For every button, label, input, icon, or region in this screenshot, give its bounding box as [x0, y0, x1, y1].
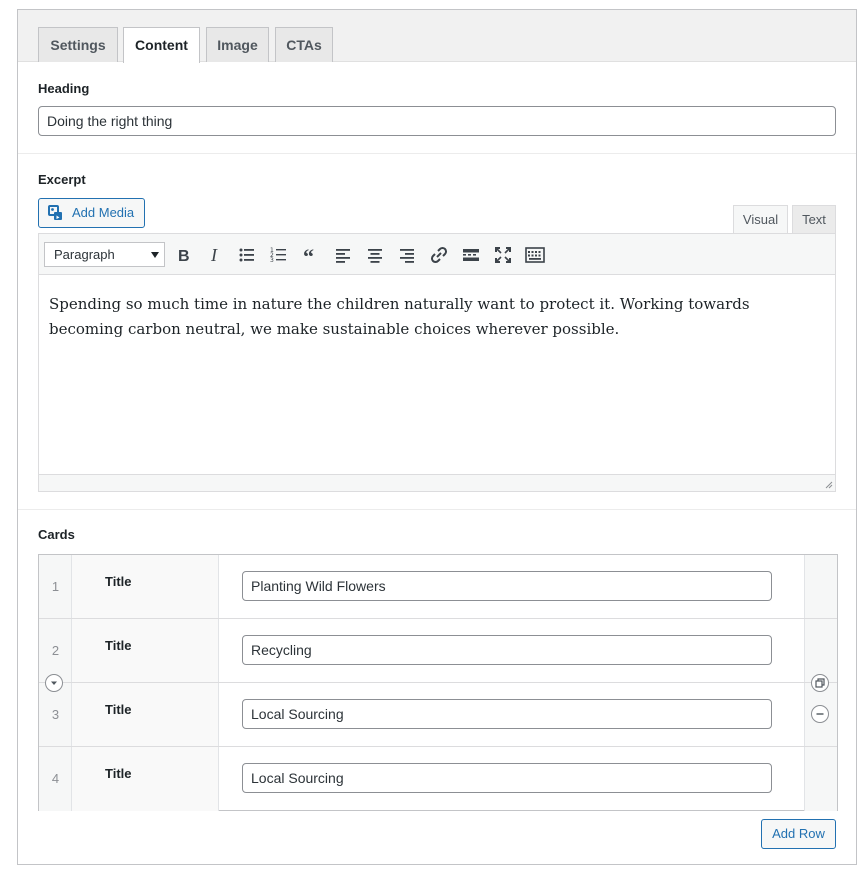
minus-icon	[816, 713, 824, 715]
duplicate-row-button[interactable]	[811, 674, 829, 692]
blockquote-icon[interactable]: “	[299, 243, 323, 267]
svg-text:“: “	[303, 244, 314, 267]
row-field-label: Title	[72, 619, 219, 682]
heading-input[interactable]: Doing the right thing	[38, 106, 836, 136]
heading-section: Heading Doing the right thing	[18, 62, 856, 154]
fullscreen-icon[interactable]	[491, 243, 515, 267]
add-media-label: Add Media	[72, 205, 135, 220]
editor-content[interactable]: Spending so much time in nature the chil…	[39, 275, 835, 475]
card-title-input[interactable]: Planting Wild Flowers	[242, 571, 772, 601]
table-row: 4 Title Local Sourcing	[39, 747, 837, 811]
row-handle[interactable]: 3	[39, 683, 72, 746]
row-label-text: Title	[105, 574, 132, 589]
toolbar-toggle-icon[interactable]	[523, 243, 547, 267]
link-icon[interactable]	[427, 243, 451, 267]
tab-text[interactable]: Text	[792, 205, 836, 234]
row-handle[interactable]: 1	[39, 555, 72, 618]
chevron-down-icon	[151, 252, 159, 258]
chevron-down-icon	[51, 681, 57, 685]
row-input-cell: Local Sourcing	[219, 683, 805, 746]
add-row-button[interactable]: Add Row	[761, 819, 836, 849]
row-field-label: Title	[72, 683, 219, 746]
add-media-button[interactable]: Add Media	[38, 198, 145, 228]
tabs-bar: Settings Content Image CTAs	[18, 10, 856, 63]
row-actions	[804, 747, 837, 811]
tab-image[interactable]: Image	[206, 27, 269, 62]
card-title-input[interactable]: Local Sourcing	[242, 763, 772, 793]
bold-icon[interactable]: B	[171, 243, 195, 267]
row-actions	[804, 555, 837, 618]
row-index: 1	[51, 579, 60, 594]
tab-settings[interactable]: Settings	[38, 27, 118, 62]
italic-icon[interactable]: I	[203, 243, 227, 267]
svg-text:3: 3	[270, 257, 274, 264]
collapse-row-button[interactable]	[45, 674, 63, 692]
tab-ctas[interactable]: CTAs	[275, 27, 333, 62]
row-input-cell: Recycling	[219, 619, 805, 682]
row-index: 3	[51, 707, 60, 722]
table-row: 1 Title Planting Wild Flowers	[39, 555, 837, 619]
row-handle[interactable]: 4	[39, 747, 72, 811]
card-title-input[interactable]: Local Sourcing	[242, 699, 772, 729]
row-index: 4	[51, 771, 60, 786]
align-left-icon[interactable]	[331, 243, 355, 267]
row-label-text: Title	[105, 766, 132, 781]
align-center-icon[interactable]	[363, 243, 387, 267]
tab-visual[interactable]: Visual	[733, 205, 788, 234]
row-field-label: Title	[72, 555, 219, 618]
format-select-value: Paragraph	[54, 247, 115, 262]
excerpt-editor: Paragraph B I 1 2 3 “ Spending so much t…	[38, 233, 836, 492]
table-row: 3 Title Local Sourcing	[39, 683, 837, 747]
tab-content[interactable]: Content	[123, 27, 200, 63]
bullet-list-icon[interactable]	[235, 243, 259, 267]
row-field-label: Title	[72, 747, 219, 811]
card-title-input[interactable]: Recycling	[242, 635, 772, 665]
add-media-icon	[48, 205, 62, 220]
resize-handle-icon[interactable]	[823, 479, 833, 489]
row-index: 2	[51, 643, 60, 658]
numbered-list-icon[interactable]: 1 2 3	[267, 243, 291, 267]
row-input-cell: Local Sourcing	[219, 747, 805, 811]
row-input-cell: Planting Wild Flowers	[219, 555, 805, 618]
row-label-text: Title	[105, 702, 132, 717]
row-label-text: Title	[105, 638, 132, 653]
excerpt-label: Excerpt	[38, 172, 86, 187]
editor-toolbar: Paragraph B I 1 2 3 “	[39, 234, 835, 275]
remove-row-button[interactable]	[811, 705, 829, 723]
align-right-icon[interactable]	[395, 243, 419, 267]
editor-statusbar	[39, 474, 835, 491]
svg-text:I: I	[210, 245, 218, 265]
format-select[interactable]: Paragraph	[44, 242, 165, 267]
content-panel: Settings Content Image CTAs Heading Doin…	[17, 9, 857, 865]
heading-label: Heading	[38, 81, 90, 96]
row-actions	[804, 619, 837, 682]
cards-repeater: 1 Title Planting Wild Flowers 2 Title Re…	[38, 554, 838, 811]
table-row: 2 Title Recycling	[39, 619, 837, 683]
svg-text:B: B	[178, 248, 190, 265]
duplicate-icon	[815, 678, 825, 688]
read-more-icon[interactable]	[459, 243, 483, 267]
row-handle[interactable]: 2	[39, 619, 72, 682]
cards-label: Cards	[38, 527, 75, 542]
